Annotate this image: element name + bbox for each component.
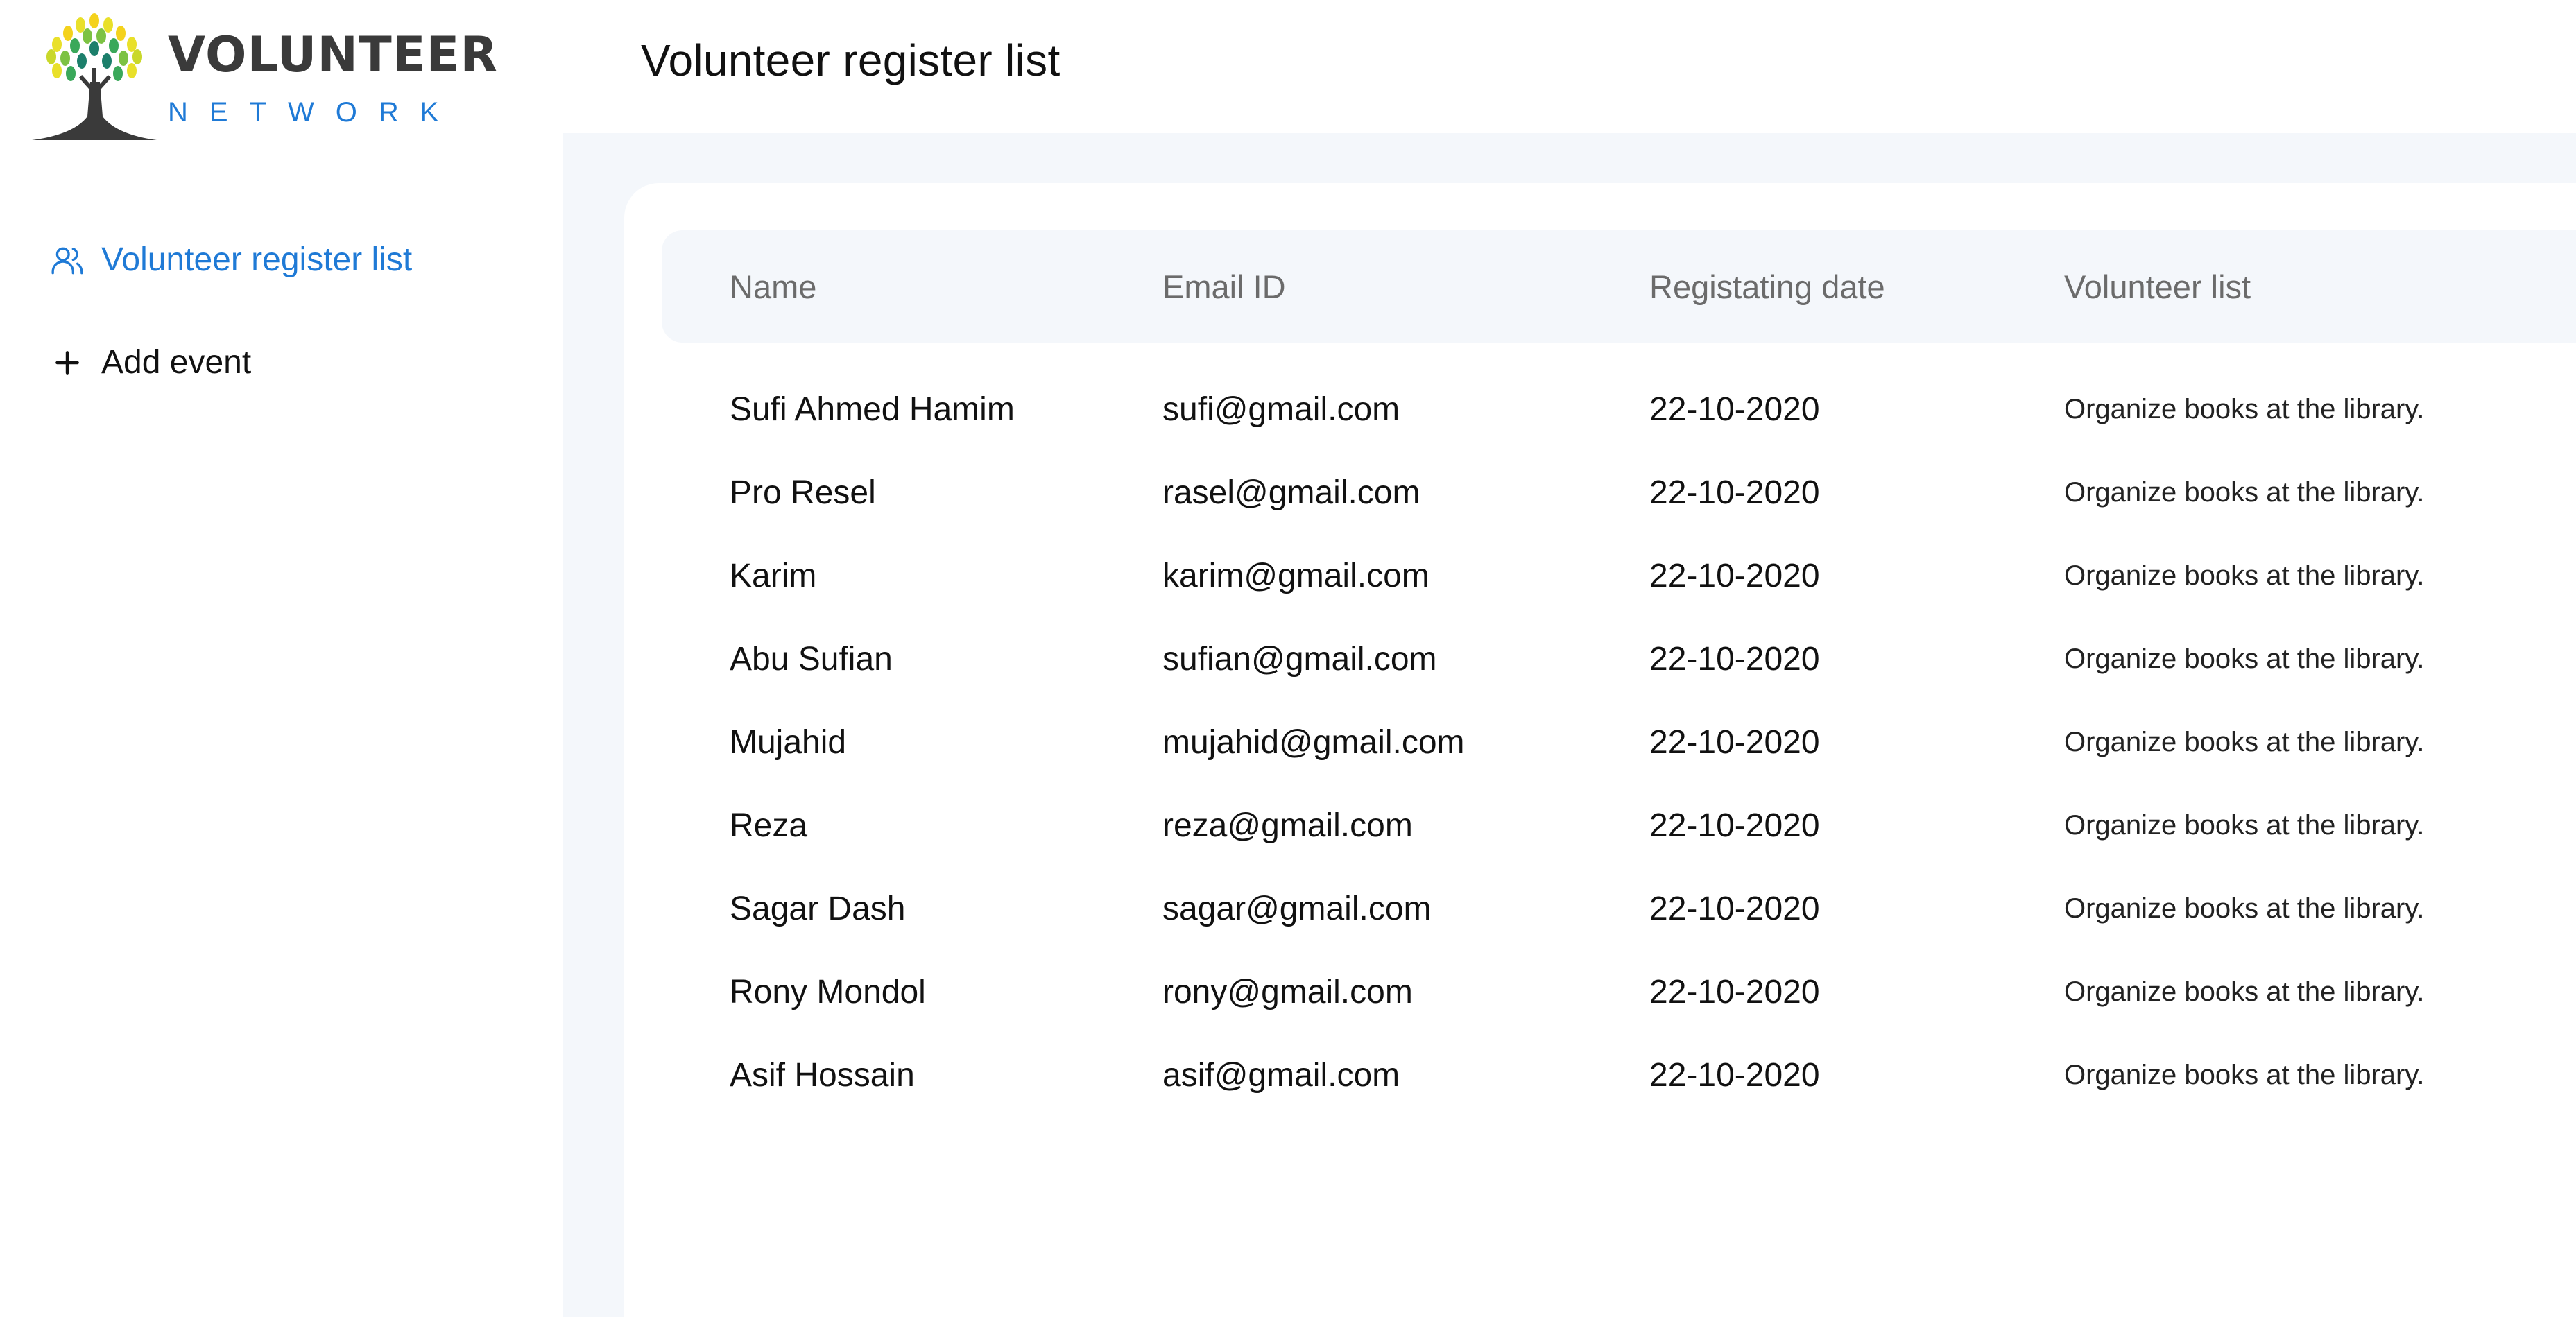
table-row: Sufi Ahmed Hamim sufi@gmail.com 22-10-20… <box>662 368 2576 451</box>
cell-email: sufian@gmail.com <box>1162 640 1437 678</box>
brand-tagline: NETWORK <box>168 97 461 128</box>
brand-logo[interactable]: VOLUNTEER NETWORK <box>32 12 497 144</box>
cell-date: 22-10-2020 <box>1649 1056 1820 1094</box>
table-header: Name Email ID Registating date Volunteer… <box>662 230 2576 343</box>
cell-name: Abu Sufian <box>730 640 893 678</box>
cell-volunteer-task: Organize books at the library. <box>2064 643 2425 674</box>
column-header-date: Registating date <box>1649 268 1885 305</box>
cell-volunteer-task: Organize books at the library. <box>2064 560 2425 591</box>
table-row: Abu Sufian sufian@gmail.com 22-10-2020 O… <box>662 617 2576 700</box>
cell-date: 22-10-2020 <box>1649 723 1820 761</box>
page-title: Volunteer register list <box>641 35 1061 85</box>
table-row: Reza reza@gmail.com 22-10-2020 Organize … <box>662 784 2576 867</box>
brand-name: VOLUNTEER <box>168 26 499 83</box>
cell-volunteer-task: Organize books at the library. <box>2064 976 2425 1007</box>
cell-volunteer-task: Organize books at the library. <box>2064 726 2425 757</box>
cell-name: Asif Hossain <box>730 1056 915 1094</box>
cell-name: Pro Resel <box>730 474 876 511</box>
cell-name: Sagar Dash <box>730 890 906 927</box>
cell-date: 22-10-2020 <box>1649 973 1820 1010</box>
table-row: Karim karim@gmail.com 22-10-2020 Organiz… <box>662 534 2576 617</box>
table-row: Rony Mondol rony@gmail.com 22-10-2020 Or… <box>662 950 2576 1033</box>
column-header-volunteer-list: Volunteer list <box>2064 268 2251 305</box>
cell-email: mujahid@gmail.com <box>1162 723 1465 761</box>
cell-date: 22-10-2020 <box>1649 807 1820 844</box>
cell-email: sufi@gmail.com <box>1162 390 1400 428</box>
cell-email: karim@gmail.com <box>1162 557 1429 594</box>
cell-volunteer-task: Organize books at the library. <box>2064 393 2425 424</box>
cell-name: Reza <box>730 807 808 844</box>
cell-date: 22-10-2020 <box>1649 557 1820 594</box>
sidebar-item-label: Volunteer register list <box>101 241 413 278</box>
cell-email: rony@gmail.com <box>1162 973 1413 1010</box>
table-row: Asif Hossain asif@gmail.com 22-10-2020 O… <box>662 1033 2576 1117</box>
sidebar-item-volunteer-register-list[interactable]: Volunteer register list <box>50 236 412 284</box>
cell-name: Mujahid <box>730 723 847 761</box>
cell-volunteer-task: Organize books at the library. <box>2064 476 2425 508</box>
tree-logo-icon <box>32 13 157 140</box>
cell-date: 22-10-2020 <box>1649 474 1820 511</box>
plus-icon <box>50 345 85 380</box>
cell-volunteer-task: Organize books at the library. <box>2064 1059 2425 1090</box>
cell-date: 22-10-2020 <box>1649 390 1820 428</box>
sidebar-item-add-event[interactable]: Add event <box>50 338 412 387</box>
table-row: Sagar Dash sagar@gmail.com 22-10-2020 Or… <box>662 867 2576 950</box>
cell-name: Karim <box>730 557 817 594</box>
column-header-name: Name <box>730 268 817 305</box>
cell-volunteer-task: Organize books at the library. <box>2064 809 2425 841</box>
column-header-email: Email ID <box>1162 268 1286 305</box>
cell-volunteer-task: Organize books at the library. <box>2064 893 2425 924</box>
cell-email: asif@gmail.com <box>1162 1056 1400 1094</box>
table-row: Mujahid mujahid@gmail.com 22-10-2020 Org… <box>662 700 2576 784</box>
cell-name: Rony Mondol <box>730 973 926 1010</box>
cell-email: reza@gmail.com <box>1162 807 1413 844</box>
users-icon <box>50 243 85 277</box>
sidebar-nav: Volunteer register list Add event <box>50 236 412 441</box>
cell-email: sagar@gmail.com <box>1162 890 1432 927</box>
cell-email: rasel@gmail.com <box>1162 474 1420 511</box>
sidebar: VOLUNTEER NETWORK Volunteer register lis… <box>0 0 563 1317</box>
cell-date: 22-10-2020 <box>1649 640 1820 678</box>
cell-date: 22-10-2020 <box>1649 890 1820 927</box>
cell-name: Sufi Ahmed Hamim <box>730 390 1015 428</box>
sidebar-item-label: Add event <box>101 344 252 381</box>
table-row: Pro Resel rasel@gmail.com 22-10-2020 Org… <box>662 451 2576 534</box>
